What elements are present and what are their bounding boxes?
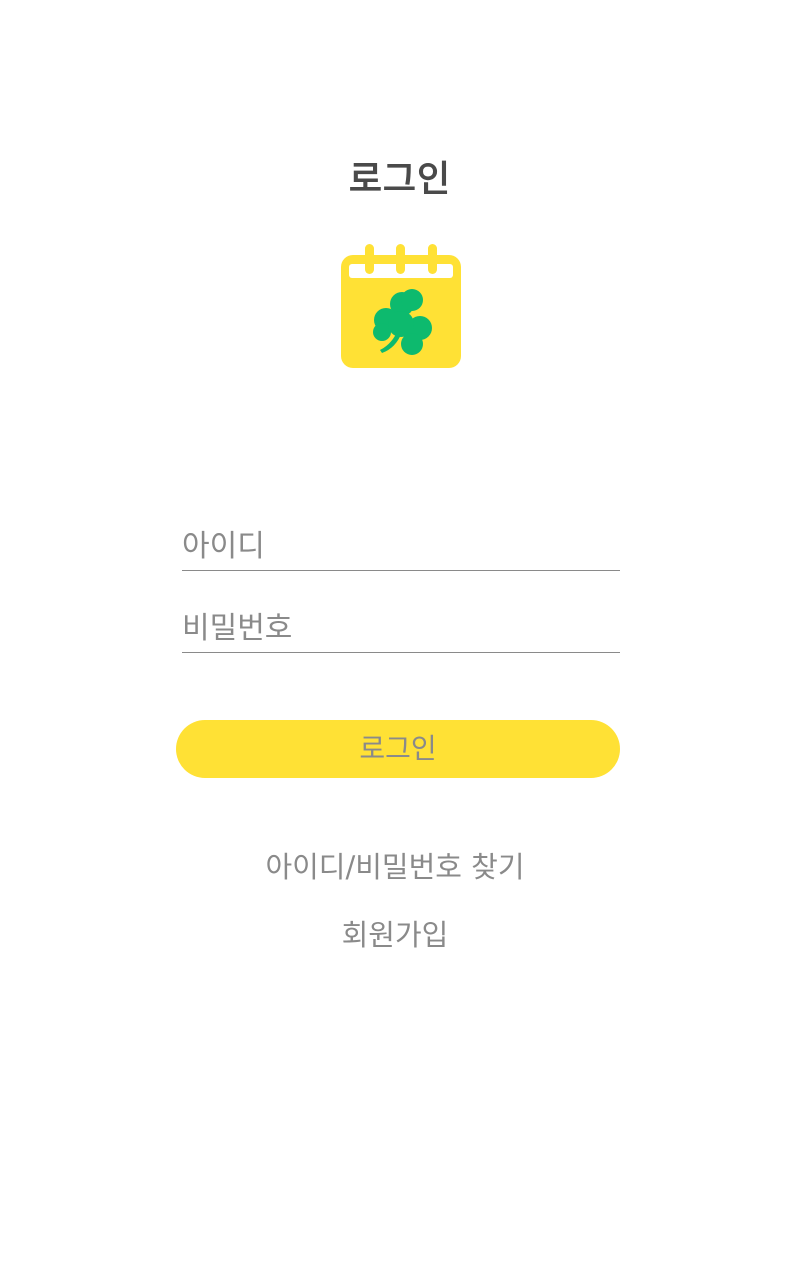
login-button[interactable]: 로그인 bbox=[176, 720, 620, 778]
calendar-ring-middle bbox=[396, 244, 405, 274]
calendar-clover-icon bbox=[341, 244, 461, 368]
signup-link[interactable]: 회원가입 bbox=[0, 912, 790, 954]
calendar-ring-right bbox=[428, 244, 437, 274]
password-field bbox=[182, 604, 620, 653]
password-input[interactable] bbox=[182, 604, 620, 652]
calendar-ring-left bbox=[365, 244, 374, 274]
id-input[interactable] bbox=[182, 522, 620, 570]
id-field bbox=[182, 522, 620, 571]
page-title: 로그인 bbox=[348, 159, 452, 200]
find-account-link[interactable]: 아이디/비밀번호 찾기 bbox=[0, 844, 790, 886]
